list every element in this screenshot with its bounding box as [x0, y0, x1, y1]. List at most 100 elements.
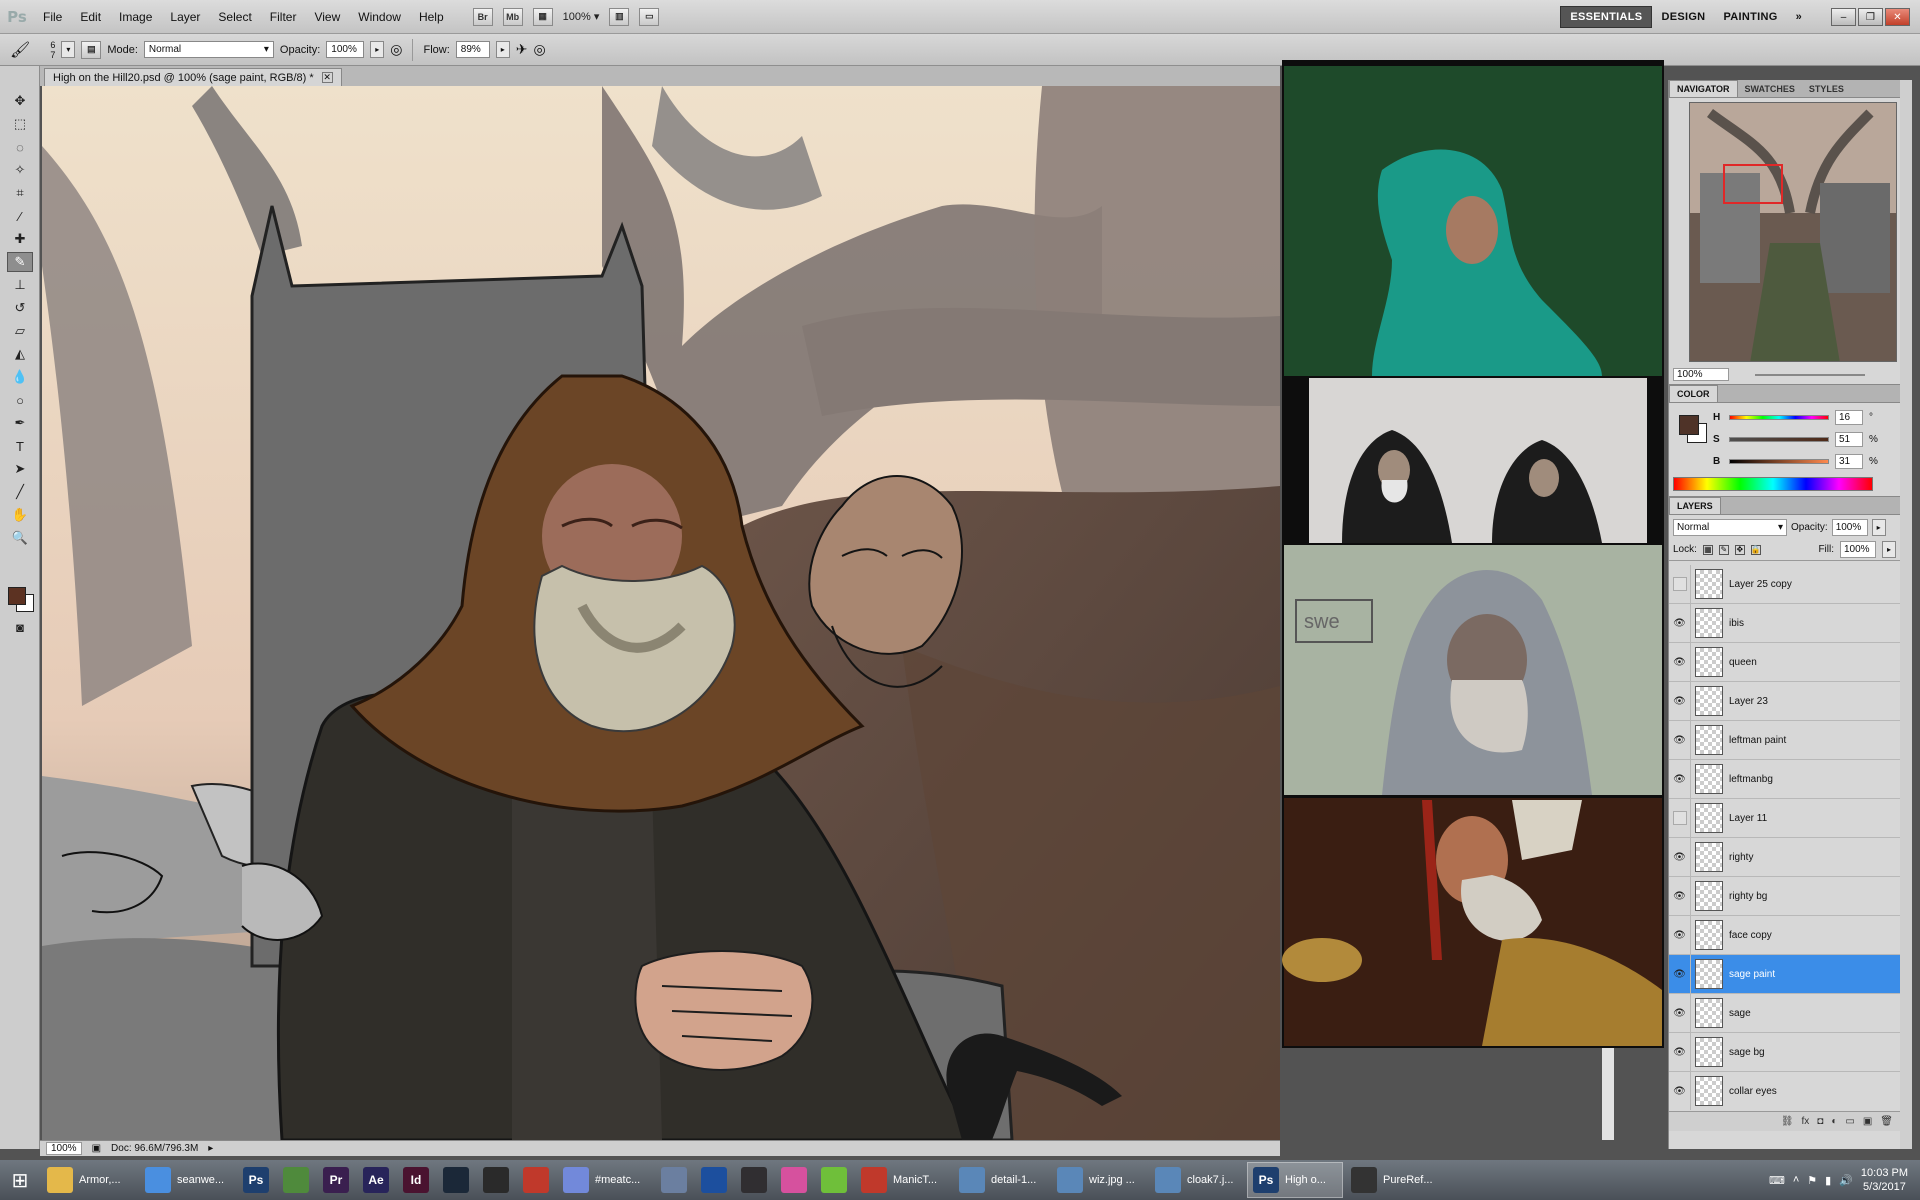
layer-opacity-field[interactable]: 100% [1831, 518, 1868, 536]
taskbar-item[interactable]: #meatc... [557, 1162, 653, 1198]
airbrush-icon[interactable]: ✈ [516, 41, 528, 58]
close-tab-icon[interactable]: ✕ [321, 72, 333, 83]
flow-field[interactable]: 89% [455, 41, 490, 58]
visibility-eye-icon[interactable]: 👁 [1669, 837, 1691, 877]
layer-opacity-arrow[interactable]: ▸ [1871, 518, 1886, 536]
arrange-documents-button[interactable]: ▥ [609, 7, 630, 26]
taskbar-item[interactable] [277, 1162, 315, 1198]
layer-style-icon[interactable]: fx [1802, 1116, 1810, 1127]
layer-row[interactable]: 👁 sage [1669, 993, 1901, 1033]
flow-slider-arrow[interactable]: ▸ [495, 41, 510, 58]
menu-help[interactable]: Help [410, 10, 453, 24]
taskbar-item[interactable]: Ps [237, 1162, 275, 1198]
marquee-tool-icon[interactable]: ⬚ [7, 114, 33, 134]
navigator-zoom-slider[interactable] [1755, 374, 1865, 376]
minimize-button[interactable]: – [1831, 8, 1856, 26]
workspace-painting[interactable]: PAINTING [1714, 7, 1786, 27]
taskbar-item[interactable]: PureRef... [1345, 1162, 1441, 1198]
layer-row[interactable]: 👁 sage bg [1669, 1032, 1901, 1072]
hue-slider[interactable] [1729, 414, 1829, 420]
view-extras-button[interactable]: ▦ [532, 7, 553, 26]
visibility-eye-icon[interactable]: 👁 [1669, 876, 1691, 916]
lasso-tool-icon[interactable]: ◌ [7, 137, 33, 157]
taskbar-item[interactable] [815, 1162, 853, 1198]
taskbar-item[interactable]: Ps High o... [1247, 1162, 1343, 1198]
visibility-eye-icon[interactable]: 👁 [1669, 1032, 1691, 1072]
menu-filter[interactable]: Filter [261, 10, 306, 24]
taskbar-item[interactable]: Pr [317, 1162, 355, 1198]
new-layer-icon[interactable]: ▣ [1863, 1116, 1872, 1127]
taskbar-item[interactable]: ManicT... [855, 1162, 951, 1198]
quick-select-tool-icon[interactable]: ✧ [7, 160, 33, 180]
brush-panel-toggle-icon[interactable]: ▤ [81, 40, 102, 59]
adjustment-layer-icon[interactable]: ◐ [1831, 1116, 1837, 1127]
taskbar-item[interactable]: wiz.jpg ... [1051, 1162, 1147, 1198]
tab-layers[interactable]: LAYERS [1669, 497, 1721, 514]
dodge-tool-icon[interactable]: ○ [7, 390, 33, 410]
flag-icon[interactable]: ⚑ [1807, 1174, 1817, 1187]
layer-row[interactable]: 👁 leftman paint [1669, 720, 1901, 760]
hue-field[interactable]: 16 [1835, 409, 1863, 425]
status-doc-info-icon[interactable]: ▣ [92, 1143, 101, 1154]
menu-window[interactable]: Window [349, 10, 410, 24]
taskbar-item[interactable]: detail-1... [953, 1162, 1049, 1198]
pressure-size-icon[interactable]: ◎ [534, 41, 546, 58]
visibility-toggle[interactable] [1669, 798, 1691, 838]
hand-tool-icon[interactable]: ✋ [7, 505, 33, 525]
taskbar-item[interactable] [655, 1162, 693, 1198]
taskbar-item[interactable] [517, 1162, 555, 1198]
lock-transparency-icon[interactable]: ▦ [1702, 544, 1713, 555]
taskbar-item[interactable] [775, 1162, 813, 1198]
minibridge-button[interactable]: Mb [502, 7, 523, 26]
brightness-slider[interactable] [1729, 458, 1829, 464]
layer-row[interactable]: 👁 sage paint [1669, 954, 1901, 994]
status-zoom-field[interactable]: 100% [46, 1142, 82, 1155]
tab-color[interactable]: COLOR [1669, 385, 1718, 402]
brush-tool-icon[interactable]: ✎ [7, 252, 33, 272]
brush-picker-arrow[interactable]: ▾ [61, 41, 76, 58]
start-button-icon[interactable]: ⊞ [0, 1160, 40, 1200]
screen-mode-button[interactable]: ▭ [639, 7, 660, 26]
eraser-tool-icon[interactable]: ▱ [7, 321, 33, 341]
clone-stamp-tool-icon[interactable]: ⊥ [7, 275, 33, 295]
status-menu-arrow[interactable]: ▸ [208, 1143, 213, 1154]
taskbar-item[interactable] [477, 1162, 515, 1198]
layer-row[interactable]: Layer 25 copy [1669, 565, 1901, 604]
saturation-slider[interactable] [1729, 436, 1829, 442]
taskbar-item[interactable] [437, 1162, 475, 1198]
pen-tool-icon[interactable]: ✒ [7, 413, 33, 433]
volume-icon[interactable]: 🔊 [1839, 1174, 1853, 1187]
bridge-button[interactable]: Br [472, 7, 493, 26]
menu-select[interactable]: Select [209, 10, 260, 24]
menu-file[interactable]: File [34, 10, 71, 24]
add-mask-icon[interactable]: ◘ [1817, 1116, 1823, 1127]
mode-select[interactable]: Normal ▾ [143, 41, 274, 58]
restore-button[interactable]: ❐ [1858, 8, 1883, 26]
layer-row[interactable]: 👁 righty [1669, 837, 1901, 877]
path-select-tool-icon[interactable]: ➤ [7, 459, 33, 479]
menu-image[interactable]: Image [110, 10, 161, 24]
quick-mask-icon[interactable]: ◙ [7, 617, 33, 637]
layer-row[interactable]: 👁 collar eyes [1669, 1071, 1901, 1110]
visibility-eye-icon[interactable]: 👁 [1669, 603, 1691, 643]
visibility-eye-icon[interactable]: 👁 [1669, 915, 1691, 955]
lock-pixels-icon[interactable]: ✎ [1718, 544, 1729, 555]
healing-brush-tool-icon[interactable]: ✚ [7, 229, 33, 249]
opacity-slider-arrow[interactable]: ▸ [370, 41, 385, 58]
network-icon[interactable]: ▮ [1825, 1174, 1831, 1187]
brightness-field[interactable]: 31 [1835, 453, 1863, 469]
history-brush-tool-icon[interactable]: ↺ [7, 298, 33, 318]
opacity-field[interactable]: 100% [326, 41, 365, 58]
reference-board[interactable]: swe [1282, 60, 1664, 1048]
blur-tool-icon[interactable]: 💧 [7, 367, 33, 387]
taskbar-item[interactable]: Ae [357, 1162, 395, 1198]
layer-row[interactable]: 👁 face copy [1669, 915, 1901, 955]
clock[interactable]: 10:03 PM 5/3/2017 [1861, 1166, 1908, 1194]
lock-position-icon[interactable]: ✥ [1734, 544, 1745, 555]
saturation-field[interactable]: 51 [1835, 431, 1863, 447]
layers-scrollbar[interactable] [1900, 80, 1912, 1149]
visibility-eye-icon[interactable]: 👁 [1669, 720, 1691, 760]
visibility-eye-icon[interactable]: 👁 [1669, 681, 1691, 721]
visibility-eye-icon[interactable]: 👁 [1669, 993, 1691, 1033]
delete-layer-icon[interactable]: 🗑 [1880, 1116, 1893, 1127]
